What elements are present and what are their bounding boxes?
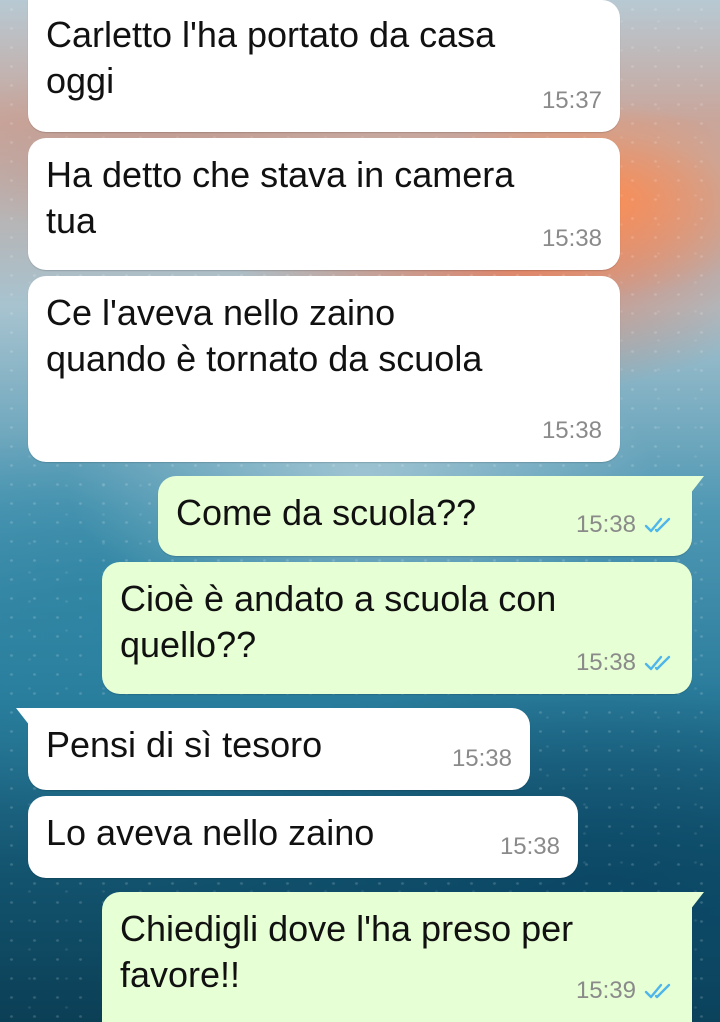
outgoing-message-bubble[interactable]: Chiedigli dove l'ha preso per favore!! 1…: [102, 892, 704, 1022]
message-text: Ha detto che stava in camera tua: [46, 154, 515, 241]
message-meta: 15:39: [576, 968, 674, 1014]
message-meta: 15:38: [576, 502, 674, 548]
bubble-tail: [16, 708, 30, 726]
message-time: 15:38: [541, 417, 602, 444]
message-text: Carletto l'ha portato da casa oggi: [46, 14, 496, 101]
incoming-message-bubble[interactable]: Ha detto che stava in camera tua 15:38: [28, 138, 620, 270]
message-meta: 15:37: [542, 78, 602, 124]
message-time: 15:38: [451, 745, 512, 772]
incoming-message-bubble[interactable]: Ce l'aveva nello zaino quando è tornato …: [28, 276, 620, 462]
message-time: 15:37: [541, 87, 602, 114]
double-check-icon: [644, 983, 671, 999]
message-text: Ce l'aveva nello zaino quando è tornato …: [46, 292, 483, 379]
message-text: Pensi di sì tesoro: [46, 724, 323, 765]
message-meta: 15:38: [500, 824, 560, 870]
incoming-message-bubble[interactable]: Lo aveva nello zaino 15:38: [28, 796, 578, 878]
bubble-tail: [690, 892, 704, 910]
message-time: 15:38: [575, 511, 636, 538]
outgoing-message-bubble[interactable]: Cioè è andato a scuola con quello?? 15:3…: [102, 562, 692, 694]
incoming-message-bubble[interactable]: Carletto l'ha portato da casa oggi 15:37: [28, 0, 620, 132]
message-meta: 15:38: [542, 408, 602, 454]
bubble-tail: [690, 476, 704, 494]
message-time: 15:38: [541, 225, 602, 252]
double-check-icon: [644, 655, 671, 671]
message-text: Lo aveva nello zaino: [46, 812, 375, 853]
message-time: 15:38: [499, 833, 560, 860]
message-time: 15:39: [575, 977, 636, 1004]
message-meta: 15:38: [452, 736, 512, 782]
message-time: 15:38: [575, 649, 636, 676]
double-check-icon: [644, 517, 671, 533]
incoming-message-bubble[interactable]: Pensi di sì tesoro 15:38: [16, 708, 530, 790]
message-meta: 15:38: [576, 640, 674, 686]
message-meta: 15:38: [542, 216, 602, 262]
outgoing-message-bubble[interactable]: Come da scuola?? 15:38: [158, 476, 704, 556]
